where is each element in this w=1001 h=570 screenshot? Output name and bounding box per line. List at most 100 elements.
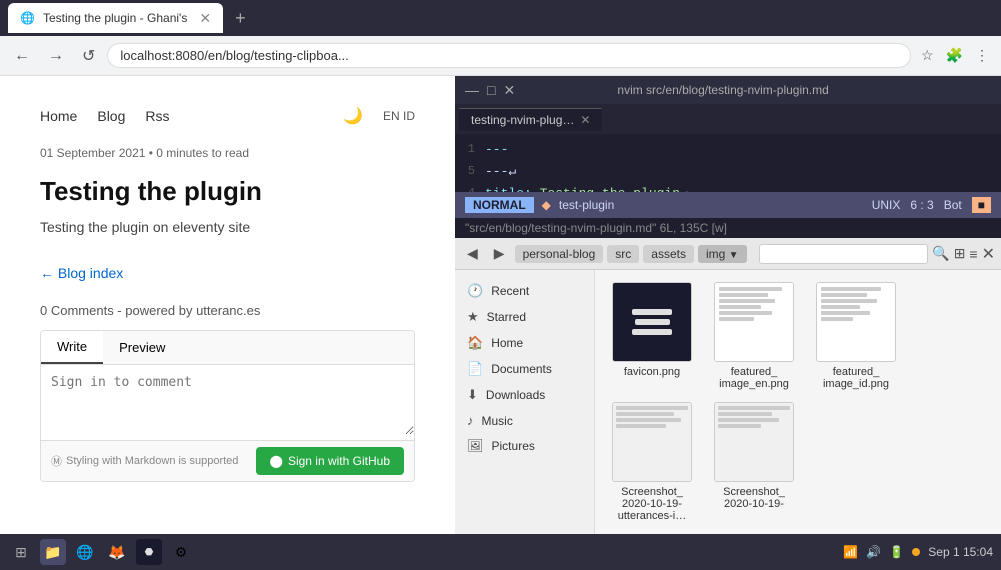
lang-switcher[interactable]: EN ID: [383, 109, 415, 123]
nav-rss[interactable]: Rss: [145, 108, 169, 124]
tab-favicon: 🌐: [20, 11, 35, 25]
fm-list-view-button[interactable]: ≡: [969, 246, 977, 262]
bot-box: ■: [972, 197, 991, 213]
git-diamond-icon: ◆: [542, 198, 551, 212]
post-teaser: Testing the plugin on eleventy site: [40, 219, 415, 235]
line-content-1: ---: [485, 142, 508, 157]
file-item-favicon[interactable]: favicon.png: [607, 282, 697, 390]
editor-area: — □ ✕ nvim src/en/blog/testing-nvim-plug…: [455, 76, 1001, 534]
active-tab[interactable]: 🌐 Testing the plugin - Ghani's ✕: [8, 3, 223, 33]
position-label: 6 : 3: [910, 198, 933, 212]
fm-grid: favicon.png: [595, 270, 1001, 534]
preview-tab[interactable]: Preview: [103, 331, 181, 364]
file-item-screenshot1[interactable]: Screenshot_2020-10-19-utterances-i…: [607, 402, 697, 522]
taskbar-status-dot: [912, 548, 920, 556]
fm-sidebar-item-downloads[interactable]: ⬇ Downloads: [455, 382, 594, 408]
fm-sidebar-item-music[interactable]: ♪ Music: [455, 408, 594, 433]
fm-crumb-src[interactable]: src: [607, 245, 639, 263]
tab-title: Testing the plugin - Ghani's: [43, 11, 187, 25]
file-thumbnail-screenshot2: [714, 402, 794, 482]
documents-icon: 📄: [467, 361, 483, 377]
code-line-1: 1 ---: [455, 138, 1001, 160]
github-icon: ⬤: [270, 454, 283, 468]
file-item-screenshot2[interactable]: Screenshot_2020-10-19-: [709, 402, 799, 522]
back-button[interactable]: ←: [8, 43, 36, 69]
comment-input[interactable]: [41, 365, 414, 435]
fm-close-button[interactable]: ✕: [982, 244, 995, 264]
dropdown-arrow-icon: ▼: [729, 250, 739, 261]
starred-icon: ★: [467, 309, 479, 325]
tab-bar: 🌐 Testing the plugin - Ghani's ✕ +: [0, 0, 1001, 36]
statusbar-right: UNIX 6 : 3 Bot ■: [872, 197, 991, 213]
moon-icon[interactable]: 🌙: [343, 106, 363, 126]
fm-sidebar-item-home[interactable]: 🏠 Home: [455, 330, 594, 356]
downloads-label: Downloads: [486, 388, 545, 402]
file-info-text: "src/en/blog/testing-nvim-plugin.md" 6L,…: [465, 221, 727, 235]
home-icon: 🏠: [467, 335, 483, 351]
taskbar: ⊞ 📁 🌐 🦊 ⬣ ⚙ 📶 🔊 🔋 Sep 1 15:04: [0, 534, 1001, 570]
taskbar-grid-icon[interactable]: ⊞: [8, 539, 34, 565]
maximize-icon[interactable]: □: [487, 82, 495, 99]
forward-button[interactable]: →: [42, 43, 70, 69]
code-line-4: 4 title: Testing the plugin↵: [455, 182, 1001, 192]
menu-icon[interactable]: ⋮: [971, 43, 993, 68]
fm-search-icon[interactable]: 🔍: [932, 245, 949, 262]
file-name-featured-en: featured_image_en.png: [719, 366, 789, 390]
git-branch: test-plugin: [559, 198, 614, 212]
file-manager: ◀ ▶ personal-blog src assets img ▼ 🔍 ⊞ ≡…: [455, 238, 1001, 534]
post-meta: 01 September 2021 • 0 minutes to read: [40, 146, 415, 160]
fm-grid-view-button[interactable]: ⊞: [954, 245, 966, 262]
bookmark-icon[interactable]: ☆: [917, 43, 938, 68]
site-nav: Home Blog Rss 🌙 EN ID: [40, 96, 415, 146]
taskbar-terminal-icon[interactable]: ⬣: [136, 539, 162, 565]
nav-blog[interactable]: Blog: [97, 108, 125, 124]
fm-sidebar: 🕐 Recent ★ Starred 🏠 Home 📄 Documents: [455, 270, 595, 534]
fm-sidebar-item-pictures[interactable]: 🖼 Pictures: [455, 433, 594, 459]
file-item-featured-en[interactable]: featured_image_en.png: [709, 282, 799, 390]
taskbar-folder-icon[interactable]: 📁: [40, 539, 66, 565]
fm-sidebar-item-recent[interactable]: 🕐 Recent: [455, 278, 594, 304]
fm-breadcrumb: personal-blog src assets img ▼: [515, 245, 747, 263]
editor-tab[interactable]: testing-nvim-plug… ✕: [459, 108, 602, 131]
nav-home[interactable]: Home: [40, 108, 77, 124]
file-thumbnail-featured-id: [816, 282, 896, 362]
fm-crumb-img[interactable]: img ▼: [698, 245, 747, 263]
fm-crumb-assets[interactable]: assets: [643, 245, 694, 263]
downloads-icon: ⬇: [467, 387, 478, 403]
fm-search-input[interactable]: [759, 244, 928, 264]
fm-crumb-personal-blog[interactable]: personal-blog: [515, 245, 604, 263]
file-name-favicon: favicon.png: [624, 366, 680, 378]
tab-close-icon[interactable]: ✕: [580, 113, 590, 127]
tab-close-icon[interactable]: ✕: [199, 10, 211, 27]
refresh-button[interactable]: ↺: [76, 42, 101, 70]
url-input[interactable]: [107, 43, 911, 68]
editor-tabs-bar: testing-nvim-plug… ✕: [455, 104, 1001, 134]
file-thumbnail-favicon: [612, 282, 692, 362]
volume-icon[interactable]: 🔊: [866, 545, 881, 559]
battery-icon[interactable]: 🔋: [889, 545, 904, 559]
new-tab-button[interactable]: +: [227, 4, 254, 33]
fm-body: 🕐 Recent ★ Starred 🏠 Home 📄 Documents: [455, 270, 1001, 534]
taskbar-firefox-icon[interactable]: 🦊: [104, 539, 130, 565]
music-label: Music: [482, 414, 513, 428]
file-item-featured-id[interactable]: featured_image_id.png: [811, 282, 901, 390]
fm-forward-button[interactable]: ▶: [488, 242, 511, 265]
taskbar-app5-icon[interactable]: ⚙: [168, 539, 194, 565]
pictures-label: Pictures: [492, 439, 535, 453]
pictures-icon: 🖼: [467, 438, 484, 454]
minimize-icon[interactable]: —: [465, 82, 479, 99]
network-icon[interactable]: 📶: [843, 545, 858, 559]
fm-sidebar-item-documents[interactable]: 📄 Documents: [455, 356, 594, 382]
write-tab[interactable]: Write: [41, 331, 103, 364]
code-line-5: 5 ---↵: [455, 160, 1001, 182]
recent-label: Recent: [491, 284, 529, 298]
line-content-5: ---↵: [485, 164, 516, 179]
close-icon[interactable]: ✕: [503, 82, 515, 99]
extension-icon[interactable]: 🧩: [942, 43, 967, 68]
fm-back-button[interactable]: ◀: [461, 242, 484, 265]
sign-in-button[interactable]: ⬤ Sign in with GitHub: [256, 447, 404, 475]
fm-sidebar-item-starred[interactable]: ★ Starred: [455, 304, 594, 330]
taskbar-globe-icon[interactable]: 🌐: [72, 539, 98, 565]
blog-back-link[interactable]: ← Blog index: [40, 265, 123, 281]
documents-label: Documents: [491, 362, 552, 376]
